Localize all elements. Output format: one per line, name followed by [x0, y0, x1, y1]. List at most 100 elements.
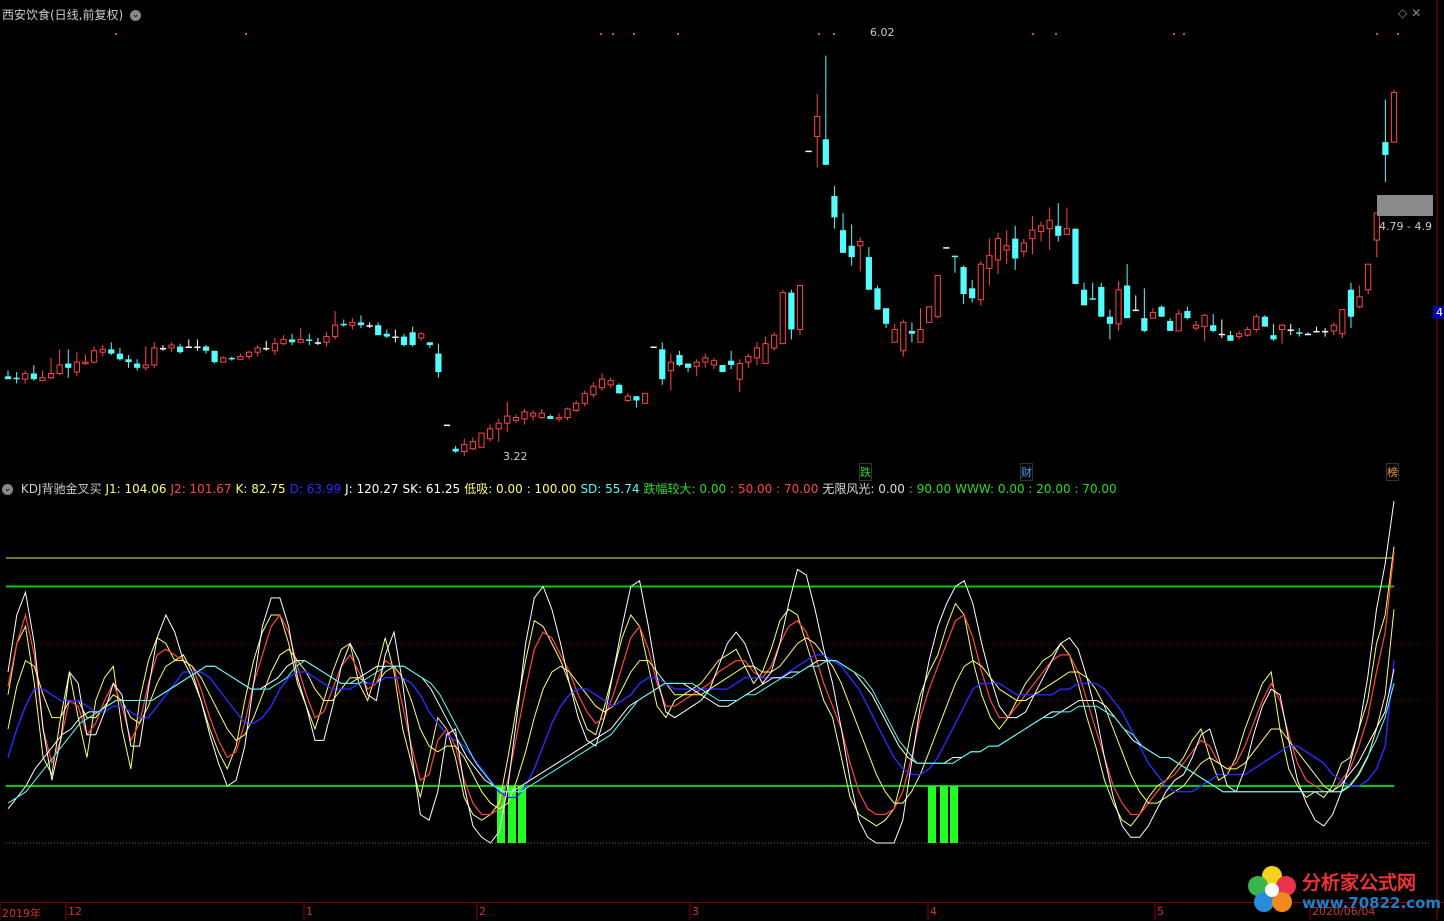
- candle-body: [1253, 316, 1260, 330]
- event-mark-rank[interactable]: 榜: [1386, 463, 1399, 481]
- site-logo: 分析家公式网 www.70822.com: [1244, 862, 1444, 920]
- buy-signal-bar: [508, 786, 516, 843]
- candle-body: [512, 416, 520, 421]
- candle-body: [400, 336, 408, 346]
- indicator-header-item: SD: 55.74: [580, 482, 640, 496]
- candle-body: [684, 363, 692, 368]
- candle-body: [986, 255, 993, 269]
- candle-body: [1106, 316, 1114, 324]
- candle-body: [857, 240, 864, 247]
- buy-signal-bar: [518, 786, 526, 843]
- x-tick-label: 12: [68, 905, 82, 918]
- candle-body: [710, 360, 718, 366]
- x-tick-label: 5: [1157, 905, 1164, 918]
- dropdown-chevron-icon[interactable]: ⌄: [2, 484, 13, 495]
- candle-body: [573, 402, 580, 411]
- candle-body: [323, 336, 330, 343]
- candle-body: [1167, 320, 1174, 331]
- candle-body: [1192, 324, 1200, 329]
- candle-body: [650, 346, 657, 349]
- indicator-header-item: 低吸: 0.00 : 100.00: [464, 482, 577, 496]
- event-mark-fall[interactable]: 跌: [859, 463, 872, 481]
- candle-body: [1235, 333, 1243, 338]
- candle-body: [13, 377, 20, 380]
- candle-body: [1158, 306, 1165, 317]
- indicator-header-item: J: 120.27: [345, 482, 399, 496]
- indicator-header-item: 无限风光: 0.00: [822, 482, 905, 496]
- candle-body: [297, 338, 304, 343]
- candle-body: [99, 348, 106, 353]
- candle-body: [418, 333, 425, 339]
- candle-body: [1227, 335, 1234, 341]
- candle-body: [633, 396, 640, 401]
- candle-body: [340, 323, 347, 326]
- candle-body: [839, 230, 847, 253]
- diamond-icon[interactable]: ◇: [1398, 6, 1407, 20]
- candle-body: [39, 377, 46, 382]
- candle-body: [1124, 285, 1131, 319]
- signal-dot: [1376, 33, 1378, 35]
- candle-body: [65, 363, 72, 368]
- candle-body: [736, 363, 743, 380]
- candle-body: [908, 330, 916, 334]
- candle-body: [1149, 311, 1157, 319]
- indicator-header: ⌄ KDJ背驰金叉买 J1: 104.06 J2: 101.67 K: 82.75 D:…: [2, 480, 1121, 497]
- candle-body: [1020, 242, 1027, 252]
- range-box: [1377, 195, 1433, 216]
- candle-body: [349, 321, 356, 326]
- x-tick-label: 3: [692, 905, 699, 918]
- candle-body: [151, 347, 158, 366]
- candle-body: [616, 384, 623, 394]
- candle-body: [435, 353, 442, 373]
- logo-name: 分析家公式网: [1302, 872, 1417, 894]
- candle-body: [521, 411, 528, 420]
- right-price-tag: 4.: [1433, 306, 1444, 319]
- price-chart[interactable]: [0, 0, 1444, 478]
- candle-body: [30, 373, 37, 380]
- candle-body: [1210, 325, 1217, 331]
- candle-body: [486, 428, 494, 440]
- event-mark-finance[interactable]: 财: [1020, 463, 1033, 481]
- candle-body: [47, 372, 55, 379]
- candle-body: [1304, 333, 1312, 336]
- indicator-header-item: WWW: 0.00 : 20.00 : 70.00: [955, 482, 1117, 496]
- candle-body: [530, 412, 537, 417]
- close-icon[interactable]: ✕: [1411, 6, 1421, 20]
- candle-body: [443, 424, 451, 427]
- candle-body: [357, 322, 365, 326]
- candle-body: [1287, 329, 1294, 331]
- candle-body: [865, 257, 872, 290]
- candle-body: [288, 339, 296, 343]
- candle-body: [82, 361, 89, 365]
- candle-body: [1330, 324, 1337, 332]
- candle-body: [1037, 225, 1045, 233]
- signal-dot: [1183, 33, 1185, 35]
- candle-body: [1201, 314, 1208, 328]
- candle-body: [185, 346, 192, 349]
- signal-dot: [833, 33, 835, 35]
- dropdown-chevron-icon[interactable]: ⌄: [130, 10, 142, 21]
- candle-body: [90, 350, 98, 363]
- stock-title: 西安饮食(日线,前复权): [2, 8, 124, 22]
- candle-body: [211, 350, 218, 363]
- candle-body: [1080, 289, 1088, 306]
- indicator-header-item: KDJ背驰金叉买: [20, 482, 102, 496]
- candle-body: [969, 288, 976, 299]
- candle-body: [900, 321, 907, 352]
- series-line-j1: [7, 546, 1395, 827]
- indicator-header-item: : 50.00 : 70.00: [730, 482, 819, 496]
- signal-dot: [818, 33, 820, 35]
- candle-body: [383, 333, 390, 337]
- candle-body: [254, 347, 261, 353]
- candle-body: [977, 263, 984, 301]
- panel-controls: ◇ ✕: [1398, 6, 1425, 20]
- candle-body: [607, 380, 614, 386]
- candle-body: [745, 355, 752, 363]
- candle-body: [202, 346, 210, 351]
- candle-body: [564, 408, 571, 418]
- candle-body: [495, 422, 502, 430]
- indicator-header-item: J2: 101.67: [170, 482, 232, 496]
- signal-dot: [633, 33, 635, 35]
- signal-dot: [245, 33, 247, 35]
- series-line-d: [7, 654, 1395, 799]
